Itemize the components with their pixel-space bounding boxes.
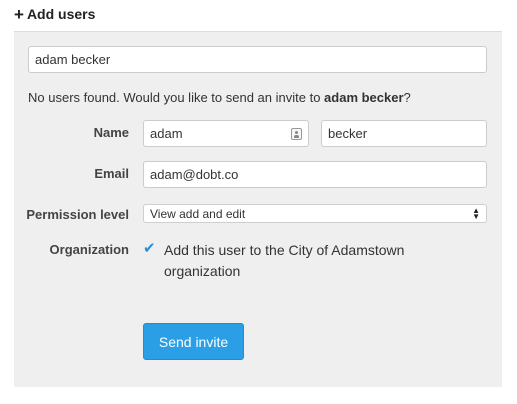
no-users-message: No users found. Would you like to send a… (28, 90, 411, 105)
permission-level-value: View add and edit (150, 206, 246, 221)
email-label: Email (94, 166, 129, 181)
last-name-value: becker (328, 126, 368, 141)
name-label: Name (93, 125, 129, 140)
plus-icon: + (14, 4, 24, 24)
select-arrows-icon: ▲ ▼ (472, 205, 480, 221)
email-field[interactable]: adam@dobt.co (143, 161, 487, 188)
user-search-value: adam becker (35, 52, 111, 67)
contact-card-icon[interactable] (291, 127, 302, 140)
last-name-field[interactable]: becker (321, 120, 487, 147)
email-value: adam@dobt.co (150, 167, 239, 182)
organization-option: ✔ Add this user to the City of Adamstown… (143, 240, 473, 282)
send-invite-button[interactable]: Send invite (143, 323, 244, 360)
add-users-panel: adam becker No users found. Would you li… (14, 31, 502, 387)
message-prefix: No users found. Would you like to send a… (28, 90, 325, 105)
organization-checkbox-label[interactable]: Add this user to the City of Adamstown o… (164, 240, 473, 282)
permission-level-label: Permission level (26, 207, 129, 222)
user-search-input[interactable]: adam becker (28, 46, 487, 73)
message-suffix: ? (403, 90, 411, 105)
organization-label: Organization (49, 242, 129, 257)
organization-checkbox[interactable]: ✔ (143, 241, 157, 256)
message-name: adam becker (324, 90, 404, 105)
add-users-title: Add users (26, 6, 96, 22)
first-name-field[interactable]: adam (143, 120, 309, 147)
first-name-value: adam (150, 126, 183, 141)
permission-level-select[interactable]: View add and edit ▲ ▼ (143, 204, 487, 223)
add-users-header[interactable]: + Add users (14, 4, 95, 24)
